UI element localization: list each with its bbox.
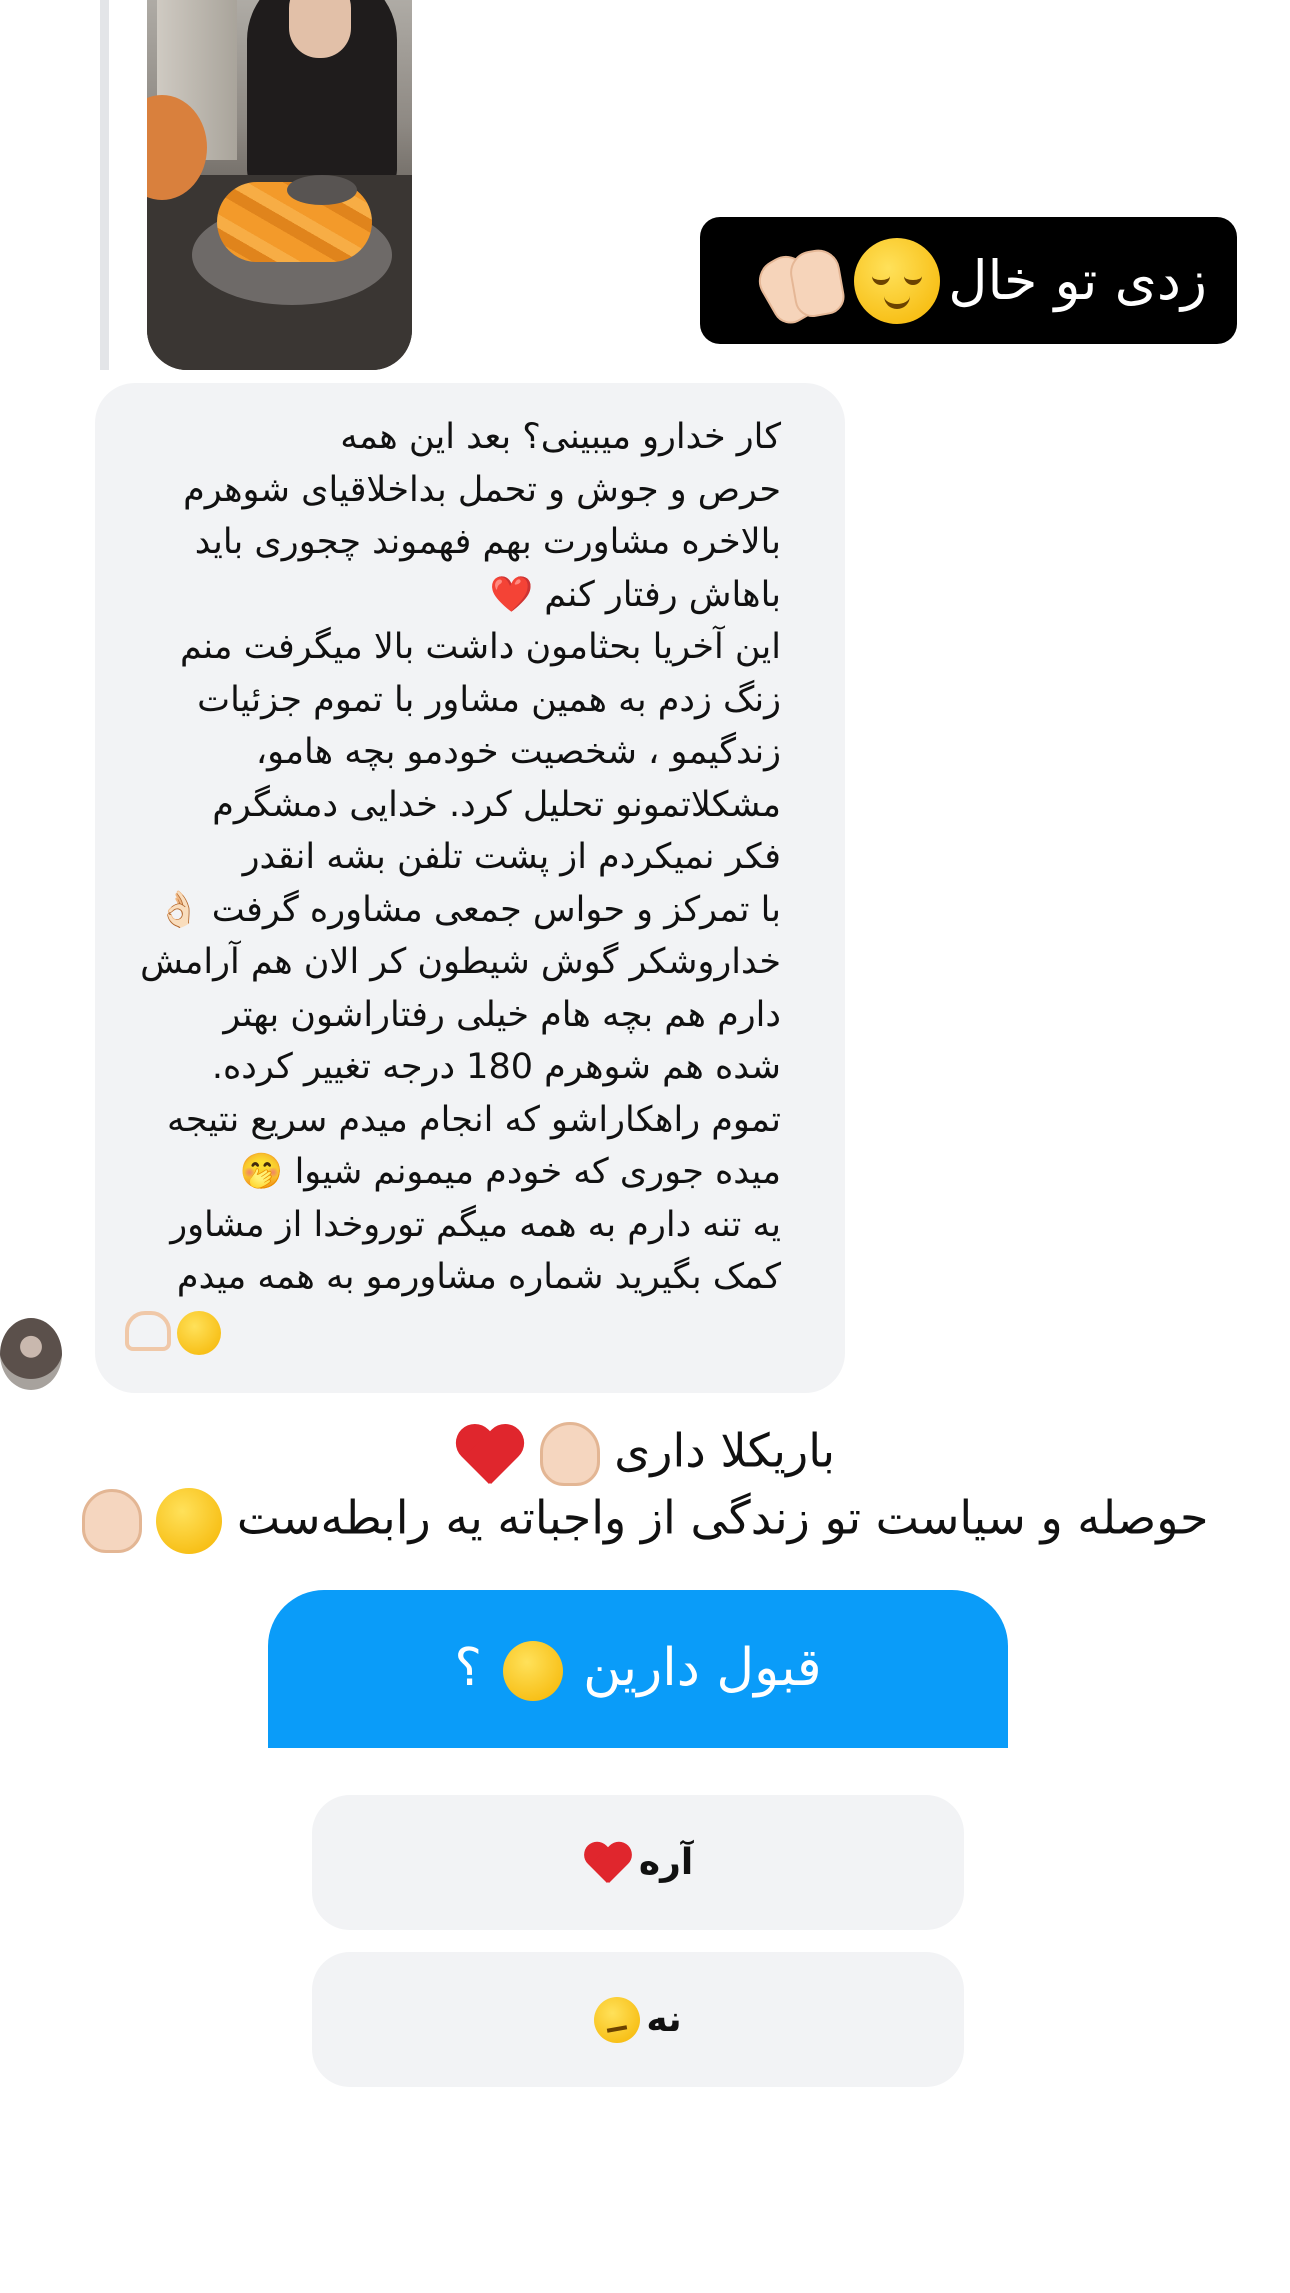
red-heart-icon <box>583 1840 633 1886</box>
caption-line-2-text: حوصله و سیاست تو زندگی از واجباته یه راب… <box>236 1490 1209 1545</box>
message-bubble[interactable]: کار خدارو میبینی؟ بعد این همه حرص و جوش … <box>95 383 845 1393</box>
tears-of-joy-icon <box>177 1311 221 1355</box>
relieved-face-icon <box>854 237 941 324</box>
poll-question-text: قبول دارین <box>583 1637 822 1698</box>
confused-face-icon <box>594 1996 641 2043</box>
heart-hands-icon <box>125 1311 171 1351</box>
pleading-face-icon <box>502 1640 563 1701</box>
message-text: کار خدارو میبینی؟ بعد این همه حرص و جوش … <box>140 417 781 1297</box>
message-trailing-emojis <box>125 1311 221 1355</box>
text-sticker: زدی تو خال <box>700 217 1237 344</box>
smiling-face-icon <box>156 1488 223 1554</box>
sender-avatar[interactable] <box>0 1318 62 1390</box>
reply-thread-line <box>100 0 109 370</box>
ok-hand-icon <box>81 1489 142 1553</box>
pinching-hand-icon <box>539 1422 600 1486</box>
photo-face <box>289 0 351 58</box>
poll-option-label: آره <box>638 1842 694 1883</box>
poll-question: قبول دارین ؟ <box>454 1637 822 1701</box>
sticker-text: زدی تو خال <box>948 249 1207 312</box>
poll-question-mark: ؟ <box>454 1637 483 1698</box>
caption-line-1: باریکلا داری <box>40 1422 1250 1486</box>
poll-option-no[interactable]: نه <box>312 1952 964 2087</box>
clapping-hands-icon <box>751 238 848 330</box>
poll-question-header: قبول دارین ؟ <box>268 1590 1008 1748</box>
caption-line-1-text: باریکلا داری <box>614 1423 836 1478</box>
poll-option-label: نه <box>646 1999 682 2040</box>
caption-line-2: حوصله و سیاست تو زندگی از واجباته یه راب… <box>40 1488 1250 1554</box>
shared-photo[interactable] <box>147 0 412 370</box>
photo-bowl <box>287 175 357 205</box>
red-heart-icon <box>455 1422 525 1486</box>
poll-option-yes[interactable]: آره <box>312 1795 964 1930</box>
